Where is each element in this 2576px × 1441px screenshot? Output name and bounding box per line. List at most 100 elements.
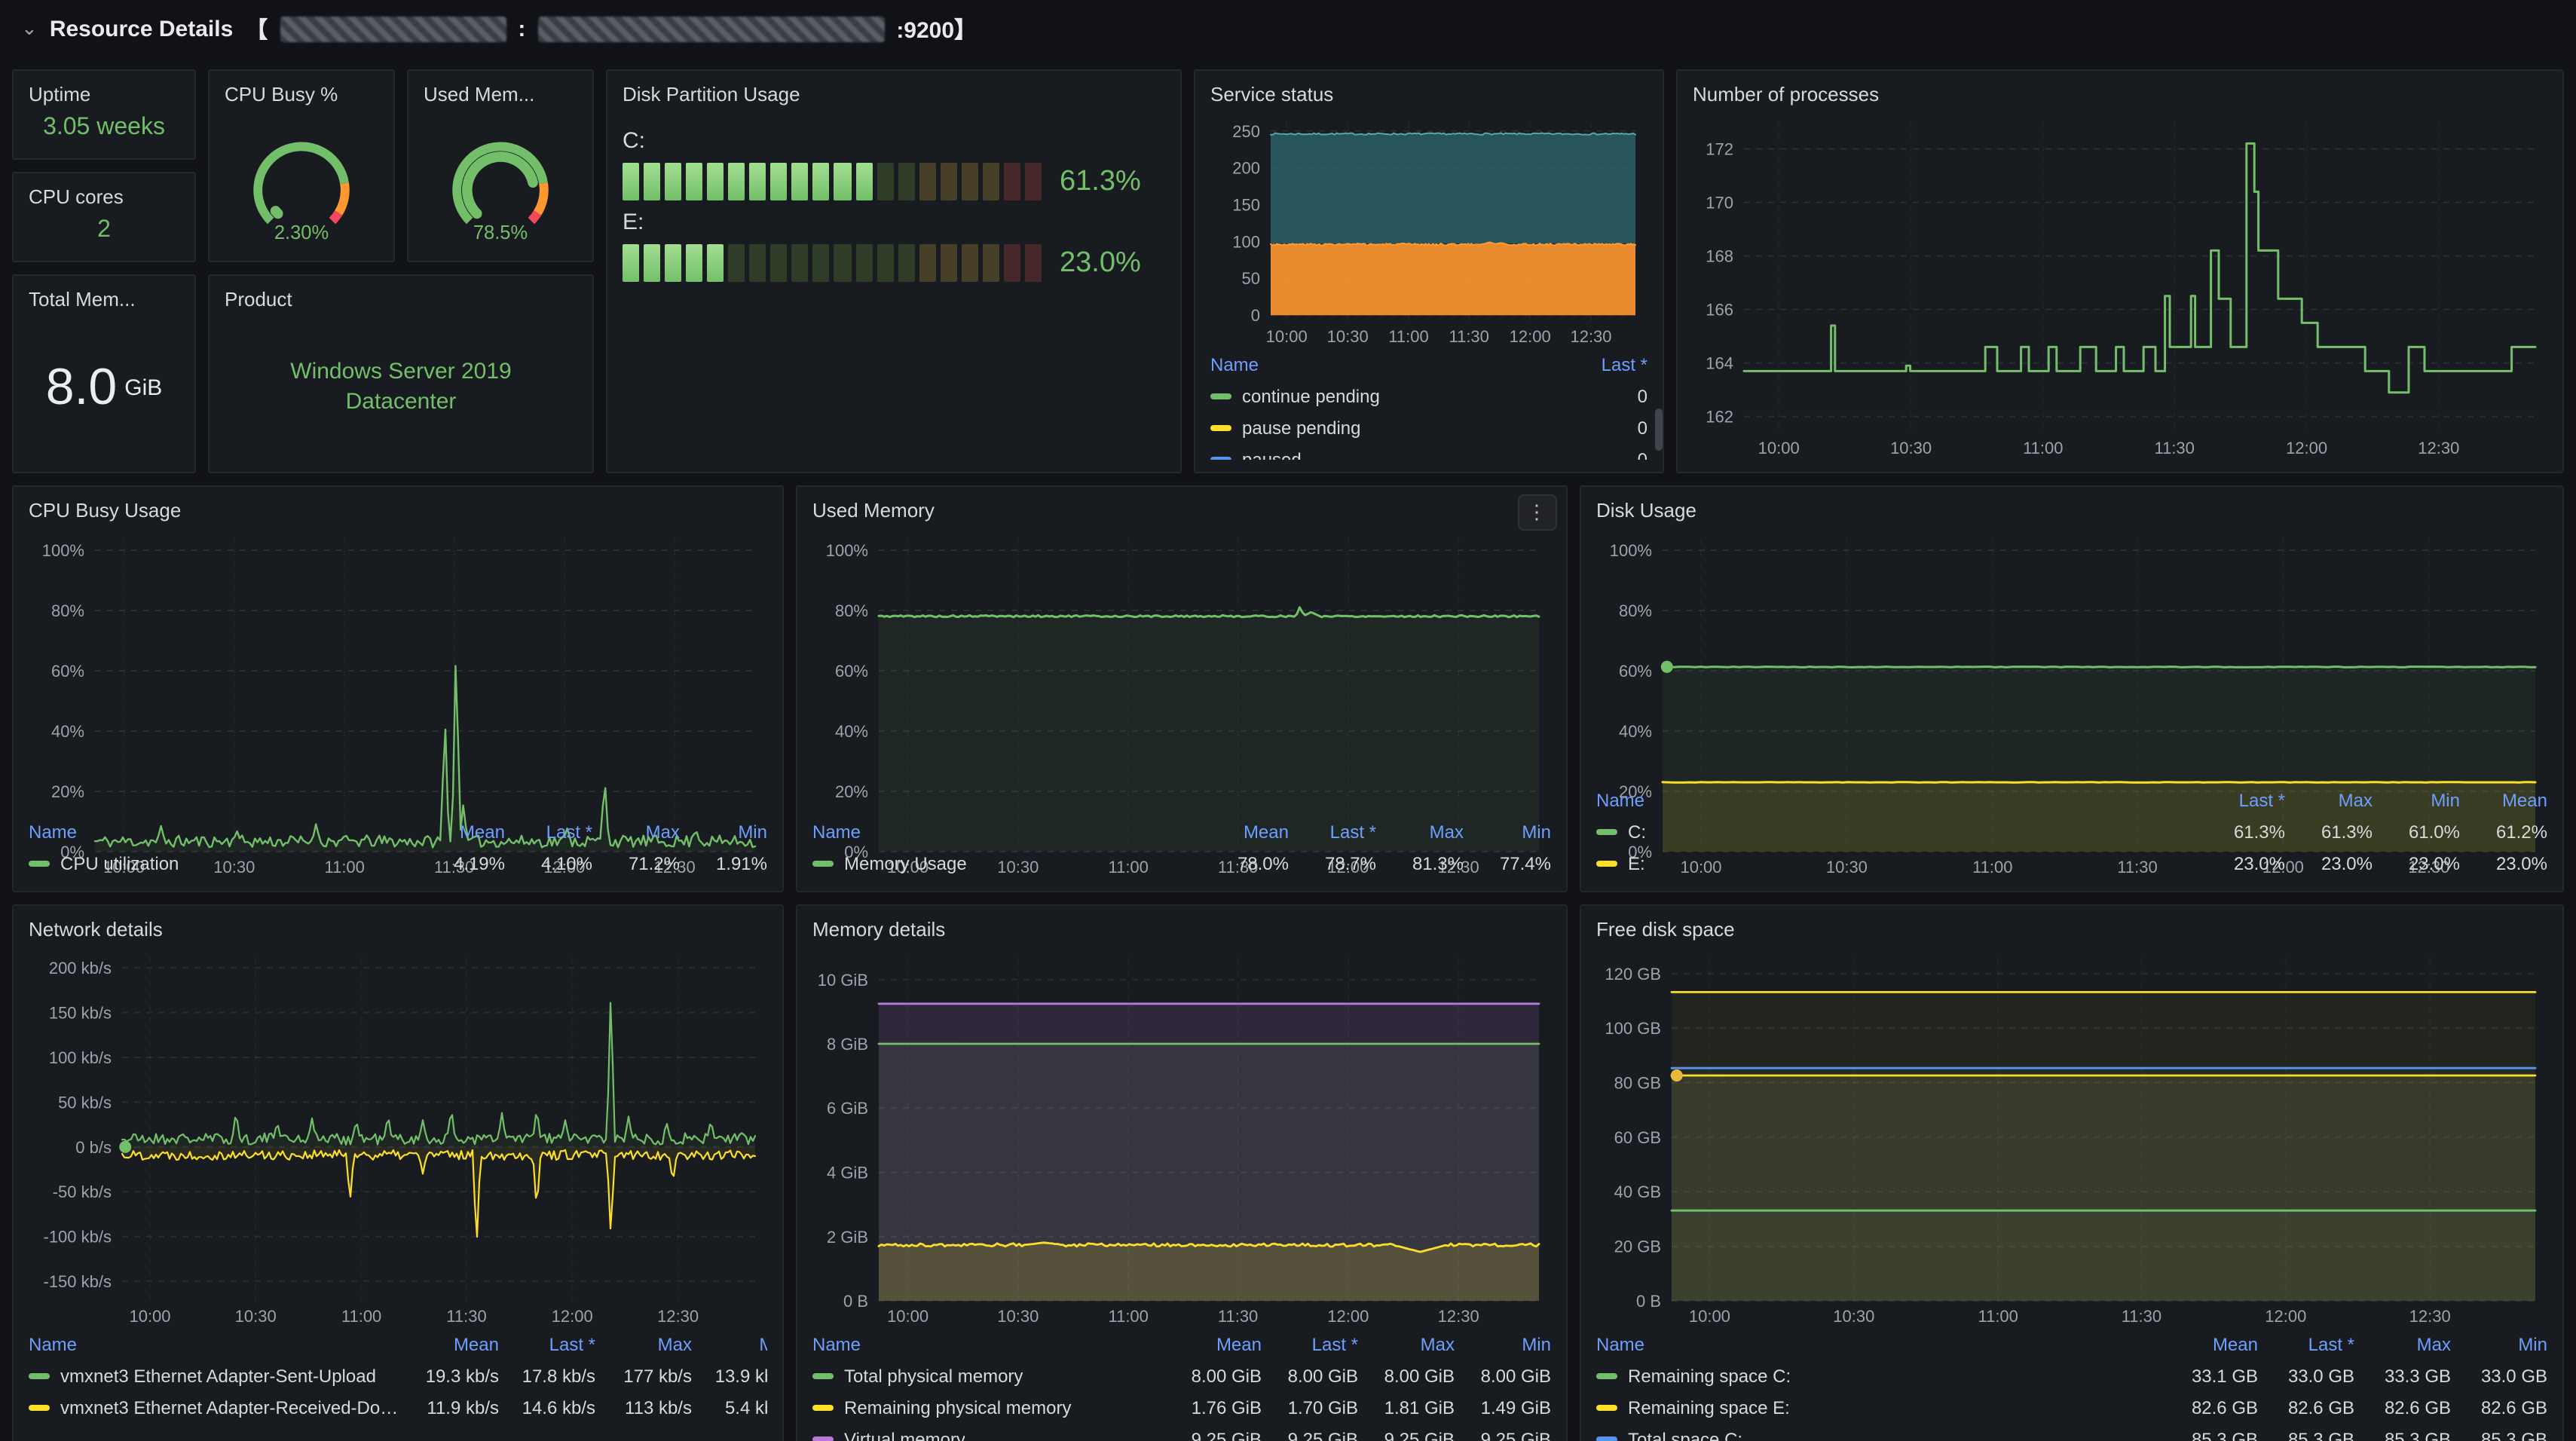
used-memory-gauge[interactable]: 78.5% (424, 110, 577, 249)
series-name[interactable]: continue pending (1242, 385, 1380, 406)
processes-chart[interactable]: 16216416616817017210:0010:3011:0011:3012… (1693, 110, 2547, 460)
memory-details-legend: NameMeanLast *MaxMin Total physical memor… (812, 1328, 1551, 1441)
title-port-suffix: :9200】 (896, 13, 977, 44)
legend-col-header[interactable]: Min (2451, 1333, 2547, 1354)
legend-value: 4.10% (505, 852, 592, 873)
series-name[interactable]: paused (1242, 448, 1302, 460)
svg-text:100%: 100% (42, 541, 84, 560)
panel-title[interactable]: Memory details (812, 915, 1551, 945)
used-memory-chart[interactable]: 0%20%40%60%80%100%10:0010:3011:0011:3012… (812, 526, 1551, 815)
legend-col-header[interactable]: Last * (505, 821, 592, 842)
legend-col-header[interactable]: Min (1455, 1333, 1551, 1354)
svg-text:20%: 20% (51, 782, 84, 801)
legend-col-name[interactable]: Name (812, 1333, 1165, 1354)
panel-disk-usage: Disk Usage 0%20%40%60%80%100%10:0010:301… (1580, 485, 2564, 892)
panel-used-memory: Used Memory ⋮ 0%20%40%60%80%100%10:0010:… (796, 485, 1568, 892)
legend-col-header[interactable]: Min (1464, 821, 1551, 842)
panel-title[interactable]: Free disk space (1596, 915, 2547, 945)
panel-title[interactable]: Used Memory (812, 496, 1551, 526)
legend-col-header[interactable]: Mean (2460, 789, 2547, 810)
legend-col-name[interactable]: Name (812, 821, 1201, 842)
legend-col-name[interactable]: Name (1596, 1333, 2161, 1354)
legend-col-header[interactable]: Max (2285, 789, 2373, 810)
svg-text:168: 168 (1706, 247, 1733, 266)
panel-title[interactable]: CPU cores (29, 182, 179, 213)
row-title[interactable]: Resource Details (50, 16, 233, 41)
legend-col-header[interactable]: Max (2354, 1333, 2451, 1354)
legend-col-header[interactable]: Min (692, 1333, 767, 1354)
network-details-chart[interactable]: 200 kb/s150 kb/s100 kb/s50 kb/s0 b/s-50 … (29, 945, 767, 1328)
panel-title[interactable]: Uptime (29, 80, 179, 110)
panel-number-of-processes: Number of processes 16216416616817017210… (1676, 69, 2564, 473)
led-segment (855, 244, 872, 282)
svg-text:11:30: 11:30 (2122, 1307, 2161, 1326)
legend-col-name[interactable]: Name (1210, 353, 1542, 375)
series-name[interactable]: Remaining physical memory (844, 1397, 1071, 1418)
series-name[interactable]: Total space C: (1628, 1428, 1742, 1441)
series-name[interactable]: pause pending (1242, 417, 1361, 438)
legend-col-header[interactable]: Last * (2258, 1333, 2354, 1354)
legend-value: 5.4 kb/s (692, 1397, 767, 1418)
legend-col-header[interactable]: Min (2373, 789, 2460, 810)
legend-col-name[interactable]: Name (1596, 789, 2198, 810)
panel-title[interactable]: Network details (29, 915, 767, 945)
legend-col-header[interactable]: Mean (402, 1333, 499, 1354)
cpu-busy-gauge[interactable]: 2.30% (225, 110, 378, 249)
collapse-chevron-icon[interactable]: ⌄ (21, 17, 38, 41)
led-segment (877, 244, 893, 282)
panel-title[interactable]: Disk Partition Usage (623, 80, 1165, 110)
panel-menu-kebab-icon[interactable]: ⋮ (1518, 494, 1557, 531)
legend-value: 61.2% (2460, 821, 2547, 842)
memory-details-chart[interactable]: 0 B2 GiB4 GiB6 GiB8 GiB10 GiB10:0010:301… (812, 945, 1551, 1328)
legend-row: paused0 (1210, 443, 1647, 460)
panel-title[interactable]: Service status (1210, 80, 1647, 110)
legend-value: 23.0% (2285, 852, 2373, 873)
series-color-swatch (1210, 393, 1231, 399)
legend-col-header[interactable]: Max (1376, 821, 1464, 842)
series-name[interactable]: Total physical memory (844, 1365, 1023, 1386)
cpu-busy-usage-chart[interactable]: 0%20%40%60%80%100%10:0010:3011:0011:3012… (29, 526, 767, 815)
legend-col-header[interactable]: Min (680, 821, 767, 842)
panel-title[interactable]: Product (225, 285, 577, 315)
legend-col-header[interactable]: Last * (1262, 1333, 1358, 1354)
svg-text:8 GiB: 8 GiB (827, 1035, 868, 1054)
disk-usage-chart[interactable]: 0%20%40%60%80%100%10:0010:3011:0011:3012… (1596, 526, 2547, 784)
series-name[interactable]: Remaining space C: (1628, 1365, 1791, 1386)
panel-title[interactable]: Disk Usage (1596, 496, 2547, 526)
series-name[interactable]: CPU utilization (60, 852, 179, 873)
panel-title[interactable]: Number of processes (1693, 80, 2547, 110)
series-name[interactable]: vmxnet3 Ethernet Adapter-Sent-Upload (60, 1365, 376, 1386)
legend-col-name[interactable]: Name (29, 1333, 402, 1354)
panel-title[interactable]: Total Mem... (29, 285, 179, 315)
series-name[interactable]: C: (1628, 821, 1646, 842)
panel-title[interactable]: CPU Busy % (225, 80, 378, 110)
series-name[interactable]: Memory Usage (844, 852, 967, 873)
legend-col-header[interactable]: Last * (2198, 789, 2285, 810)
svg-text:-150 kb/s: -150 kb/s (44, 1272, 112, 1291)
legend-col-header[interactable]: Max (592, 821, 680, 842)
legend-col-header[interactable]: Max (595, 1333, 692, 1354)
legend-col-header[interactable]: Mean (1165, 1333, 1262, 1354)
legend-col-header[interactable]: Mean (2161, 1333, 2258, 1354)
legend-col-name[interactable]: Name (29, 821, 418, 842)
panel-title[interactable]: CPU Busy Usage (29, 496, 767, 526)
series-name[interactable]: E: (1628, 852, 1645, 873)
free-disk-space-chart[interactable]: 0 B20 GB40 GB60 GB80 GB100 GB120 GB10:00… (1596, 945, 2547, 1328)
svg-text:11:00: 11:00 (1388, 327, 1428, 346)
legend-col-header[interactable]: Last * (1289, 821, 1376, 842)
legend-scrollbar[interactable] (1655, 408, 1663, 451)
legend-col-header[interactable]: Mean (1201, 821, 1289, 842)
panel-title[interactable]: Used Mem... (424, 80, 577, 110)
series-name[interactable]: vmxnet3 Ethernet Adapter-Received-Downlo… (60, 1397, 402, 1418)
service-status-chart[interactable]: 05010015020025010:0010:3011:0011:3012:00… (1210, 110, 1647, 348)
legend-col-header[interactable]: Last * (1542, 353, 1647, 375)
legend-col-header[interactable]: Mean (418, 821, 505, 842)
series-name[interactable]: Remaining space E: (1628, 1397, 1790, 1418)
series-name[interactable]: Virtual memory (844, 1428, 965, 1441)
svg-text:11:30: 11:30 (446, 1307, 486, 1326)
legend-value: 82.6 GB (2161, 1397, 2258, 1418)
disk-usage-legend: NameLast *MaxMinMeanC:61.3%61.3%61.0%61.… (1596, 784, 2547, 879)
legend-col-header[interactable]: Max (1358, 1333, 1455, 1354)
svg-text:10:00: 10:00 (129, 1307, 170, 1326)
legend-col-header[interactable]: Last * (499, 1333, 595, 1354)
